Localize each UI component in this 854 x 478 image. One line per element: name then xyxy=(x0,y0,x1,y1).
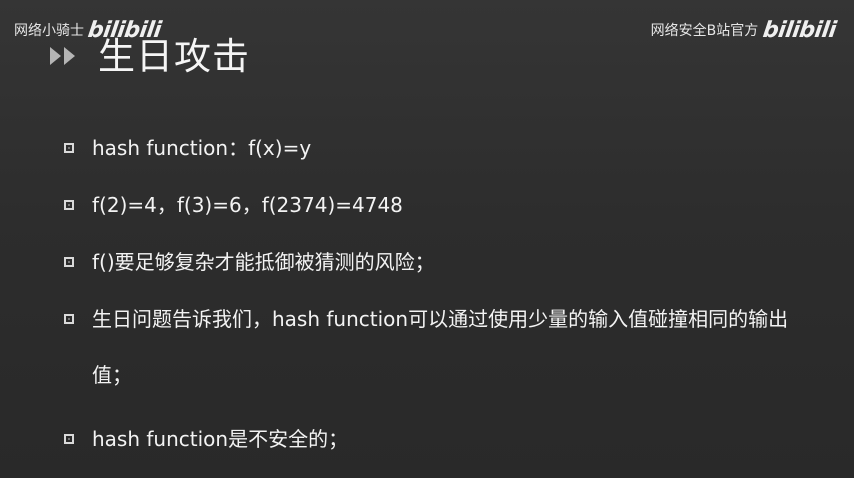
double-chevron-right-icon xyxy=(48,44,84,68)
bullet-text: hash function：f(x)=y xyxy=(92,136,312,160)
page-title: 生日攻击 xyxy=(98,34,250,78)
bullet-item: 生日问题告诉我们，hash function可以通过使用少量的输入值碰撞相同的输… xyxy=(64,303,824,403)
bullet-text: hash function是不安全的； xyxy=(92,427,349,451)
bullet-item: f()要足够复杂才能抵御被猜测的风险； xyxy=(64,246,824,278)
square-bullet-icon xyxy=(64,200,74,210)
bullet-item: hash function：f(x)=y xyxy=(64,132,824,164)
bullet-text: f(2)=4，f(3)=6，f(2374)=4748 xyxy=(92,193,403,217)
slide: 网络小骑士 bilibili 网络安全B站官方 bilibili 生日攻击 ha… xyxy=(0,0,854,478)
square-bullet-icon xyxy=(64,434,74,444)
bullet-item: hash function是不安全的； xyxy=(64,423,824,455)
bullet-item: f(2)=4，f(3)=6，f(2374)=4748 xyxy=(64,189,824,221)
title-area: 生日攻击 xyxy=(48,34,250,78)
bullet-list: hash function：f(x)=y f(2)=4，f(3)=6，f(237… xyxy=(64,132,824,478)
bullet-text: 生日问题告诉我们，hash function可以通过使用少量的输入值碰撞相同的输… xyxy=(92,307,789,387)
square-bullet-icon xyxy=(64,314,74,324)
watermark-right-text: 网络安全B站官方 xyxy=(650,23,759,39)
watermark-right: 网络安全B站官方 bilibili xyxy=(650,18,838,43)
square-bullet-icon xyxy=(64,257,74,267)
square-bullet-icon xyxy=(64,143,74,153)
bilibili-logo-right: bilibili xyxy=(761,18,838,43)
bullet-text: f()要足够复杂才能抵御被猜测的风险； xyxy=(92,250,435,274)
